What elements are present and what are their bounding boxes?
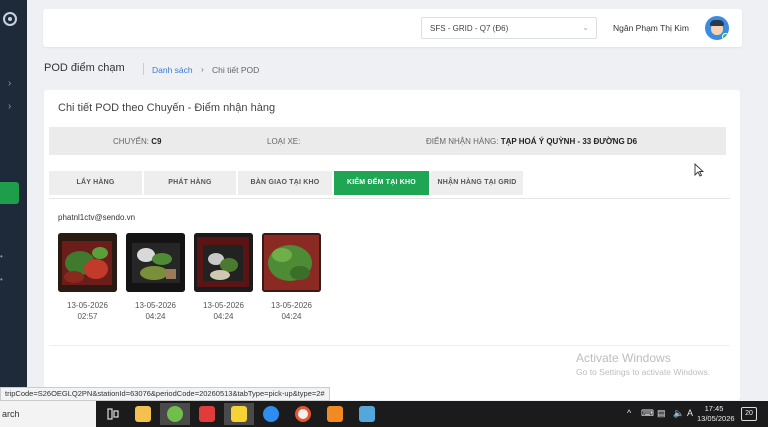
language-icon[interactable]: A — [687, 408, 693, 418]
volume-icon[interactable]: 🔈 — [673, 408, 684, 419]
windows-taskbar: arch ^ ⌨ ▤ 🔈 A 17:45 13/05/2026 20 — [0, 401, 768, 427]
tab-count-warehouse[interactable]: KIỂM ĐẾM TẠI KHO — [334, 171, 429, 195]
pod-photo-image — [126, 233, 185, 292]
network-icon[interactable]: ▤ — [657, 408, 666, 419]
photo-timestamp: 13-05-2026 02:57 — [67, 301, 108, 321]
pod-photo[interactable] — [126, 233, 185, 292]
sticky-notes-icon — [231, 406, 247, 422]
activation-watermark-title: Activate Windows — [576, 351, 671, 365]
mouse-cursor-icon — [694, 163, 704, 177]
trip-info: CHUYẾN: C9 — [113, 137, 162, 146]
notification-center-button[interactable]: 20 — [741, 407, 757, 421]
chevron-right-icon[interactable]: › — [8, 78, 11, 89]
settings-icon[interactable] — [3, 12, 17, 26]
photo-timestamp: 13-05-2026 04:24 — [135, 301, 176, 321]
tab-delivery[interactable]: PHÁT HÀNG — [144, 171, 236, 195]
chevron-up-icon[interactable]: ^ — [627, 408, 631, 418]
clock-time: 17:45 — [704, 404, 724, 413]
tab-handover-warehouse[interactable]: BÀN GIAO TẠI KHO — [238, 171, 332, 195]
pod-photo[interactable] — [262, 233, 321, 292]
vehicle-info: LOẠI XE: — [267, 137, 301, 146]
app-blue-icon — [359, 406, 375, 422]
breadcrumb-link-list[interactable]: Danh sách — [152, 65, 193, 75]
page-title: POD điểm chạm — [44, 62, 125, 74]
taskbar-app-zalo[interactable] — [256, 403, 286, 425]
chevron-down-icon: ⌄ — [582, 23, 589, 32]
sidebar-item-bullet[interactable]: • — [0, 252, 3, 261]
card-title: Chi tiết POD theo Chuyến - Điểm nhận hàn… — [58, 102, 276, 114]
taskbar-app-browser[interactable] — [160, 403, 190, 425]
top-header: SFS - GRID - Q7 (Đ6) ⌄ Ngân Phạm Thị Kim — [43, 9, 742, 47]
station-select-value: SFS - GRID - Q7 (Đ6) — [430, 24, 509, 33]
taskbar-app-ultraviewer[interactable] — [288, 403, 318, 425]
browser-status-url: tripCode=S26OEGLQ2PN&stationId=63076&per… — [0, 387, 330, 401]
breadcrumb-divider — [143, 63, 144, 75]
card-divider — [49, 345, 730, 346]
clock-date: 13/05/2026 — [697, 414, 735, 423]
photo-timestamp: 13-05-2026 04:24 — [203, 301, 244, 321]
uploader-email: phatnl1ctv@sendo.vn — [58, 213, 136, 222]
chevron-right-icon[interactable]: › — [8, 101, 11, 112]
pod-photo[interactable] — [58, 233, 117, 292]
wps-office-icon — [199, 406, 215, 422]
keyboard-icon[interactable]: ⌨ — [641, 408, 654, 419]
sidebar-item-bullet[interactable]: • — [0, 275, 3, 284]
sidebar-active-item[interactable] — [0, 182, 19, 204]
breadcrumb-current: Chi tiết POD — [212, 65, 260, 75]
taskbar-app-orange[interactable] — [320, 403, 350, 425]
taskbar-search-box[interactable]: arch — [0, 401, 96, 427]
activation-watermark-subtitle: Go to Settings to activate Windows. — [576, 367, 711, 377]
user-name[interactable]: Ngân Phạm Thị Kim — [613, 23, 689, 33]
taskbar-app-sticky-notes[interactable] — [224, 403, 254, 425]
pod-photo-image — [58, 233, 117, 292]
pod-photo-image — [194, 233, 253, 292]
station-select[interactable]: SFS - GRID - Q7 (Đ6) ⌄ — [421, 17, 597, 39]
avatar-hair — [710, 20, 724, 26]
photo-timestamp: 13-05-2026 04:24 — [271, 301, 312, 321]
pickup-info: ĐIỂM NHẬN HÀNG: TẠP HOÁ Ý QUỲNH - 33 ĐƯỜ… — [426, 137, 638, 146]
avatar[interactable] — [705, 16, 729, 40]
taskbar-clock[interactable]: 17:45 13/05/2026 — [697, 404, 735, 424]
taskbar-app-file-explorer[interactable] — [128, 403, 158, 425]
taskbar-app-wps[interactable] — [192, 403, 222, 425]
trip-value: C9 — [151, 137, 162, 146]
pickup-value: TẠP HOÁ Ý QUỲNH - 33 ĐƯỜNG D6 — [500, 137, 638, 146]
ultraviewer-icon — [295, 406, 311, 422]
trip-info-bar: CHUYẾN: C9 LOẠI XE: ĐIỂM NHẬN HÀNG: TẠP … — [49, 127, 726, 155]
online-status-icon — [722, 33, 729, 40]
task-view-button[interactable] — [98, 403, 128, 425]
tab-divider — [49, 198, 730, 199]
taskbar-app-blue[interactable] — [352, 403, 382, 425]
pod-photo-image — [262, 233, 321, 292]
left-sidebar: › › • • — [0, 0, 27, 402]
task-view-icon — [107, 408, 119, 420]
pod-photo[interactable] — [194, 233, 253, 292]
folder-icon — [135, 406, 151, 422]
zalo-icon — [263, 406, 279, 422]
tab-pickup[interactable]: LẤY HÀNG — [49, 171, 142, 195]
browser-icon — [167, 406, 183, 422]
tab-receive-grid[interactable]: NHẬN HÀNG TẠI GRID — [431, 171, 523, 195]
app-orange-icon — [327, 406, 343, 422]
breadcrumb-chevron-icon: › — [201, 64, 204, 74]
